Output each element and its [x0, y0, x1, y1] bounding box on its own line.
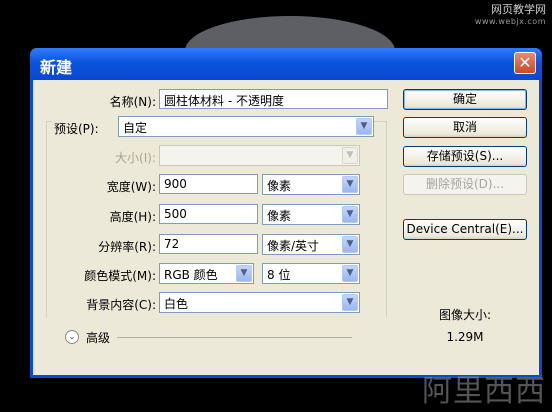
preset-label: 预设(P):: [52, 120, 118, 137]
watermark-top-url: www.webjx.com: [474, 17, 546, 26]
bit-depth-select[interactable]: 8 位 ▼: [262, 263, 360, 284]
preset-value: 自定: [123, 121, 148, 135]
device-central-button[interactable]: Device Central(E)...: [403, 219, 527, 240]
expand-advanced-icon[interactable]: ⌄: [65, 330, 79, 344]
ok-button[interactable]: 确定: [403, 89, 527, 110]
name-label: 名称(N):: [109, 95, 156, 109]
color-mode-select[interactable]: RGB 颜色 ▼: [159, 263, 254, 284]
preset-group-border-left: [46, 121, 47, 317]
image-size-label: 图像大小:: [438, 308, 492, 322]
size-select: ▼: [159, 145, 360, 166]
width-input[interactable]: 900: [159, 174, 258, 194]
height-unit-value: 像素: [267, 209, 292, 223]
save-preset-button[interactable]: 存储预设(S)...: [403, 146, 527, 167]
cancel-button[interactable]: 取消: [403, 117, 527, 138]
new-document-dialog: 新建 ✕ 名称(N): 圆柱体材料 - 不透明度 预设(P): 自定 ▼ 大小(…: [30, 48, 542, 378]
chevron-down-icon: ▼: [342, 147, 358, 164]
width-label: 宽度(W):: [106, 180, 156, 194]
chevron-down-icon: ▼: [342, 236, 358, 253]
chevron-down-icon: ▼: [342, 265, 358, 282]
size-label: 大小(I):: [115, 151, 156, 165]
chevron-down-icon: ▼: [356, 118, 372, 135]
advanced-label: 高级: [86, 331, 111, 345]
image-size-value: 1.29M: [446, 330, 484, 344]
background-label: 背景内容(C):: [86, 298, 156, 312]
height-label: 高度(H):: [109, 210, 156, 224]
width-unit-select[interactable]: 像素 ▼: [262, 174, 360, 195]
chevron-down-icon: ▼: [236, 265, 252, 282]
resolution-label: 分辨率(R):: [98, 240, 156, 254]
height-input[interactable]: 500: [159, 204, 258, 224]
watermark-top: 网页教学网 www.webjx.com: [475, 4, 546, 28]
preset-select[interactable]: 自定 ▼: [118, 116, 374, 137]
name-input[interactable]: 圆柱体材料 - 不透明度: [159, 89, 388, 109]
resolution-input[interactable]: 72: [159, 234, 258, 254]
background-select[interactable]: 白色 ▼: [159, 292, 360, 313]
delete-preset-button: 删除预设(D)...: [403, 174, 527, 195]
resolution-unit-value: 像素/英寸: [267, 239, 320, 253]
close-icon: ✕: [518, 53, 532, 72]
width-unit-value: 像素: [267, 179, 292, 193]
chevron-down-icon: ▼: [342, 206, 358, 223]
height-unit-select[interactable]: 像素 ▼: [262, 204, 360, 225]
dialog-body: 名称(N): 圆柱体材料 - 不透明度 预设(P): 自定 ▼ 大小(I): ▼…: [33, 80, 539, 375]
dialog-title: 新建: [40, 58, 73, 77]
watermark-bottom: 阿里西西: [422, 374, 546, 409]
background-value: 白色: [164, 297, 189, 311]
watermark-top-text: 网页教学网: [491, 3, 546, 16]
bit-depth-value: 8 位: [267, 268, 291, 282]
chevron-down-icon: ▼: [342, 176, 358, 193]
title-bar[interactable]: 新建 ✕: [30, 48, 542, 80]
close-button[interactable]: ✕: [514, 52, 536, 74]
chevron-down-icon: ▼: [342, 294, 358, 311]
color-mode-value: RGB 颜色: [164, 268, 218, 282]
color-mode-label: 颜色模式(M):: [84, 269, 156, 283]
resolution-unit-select[interactable]: 像素/英寸 ▼: [262, 234, 360, 255]
preset-group-border-right: [386, 121, 387, 317]
advanced-divider: [117, 337, 352, 338]
